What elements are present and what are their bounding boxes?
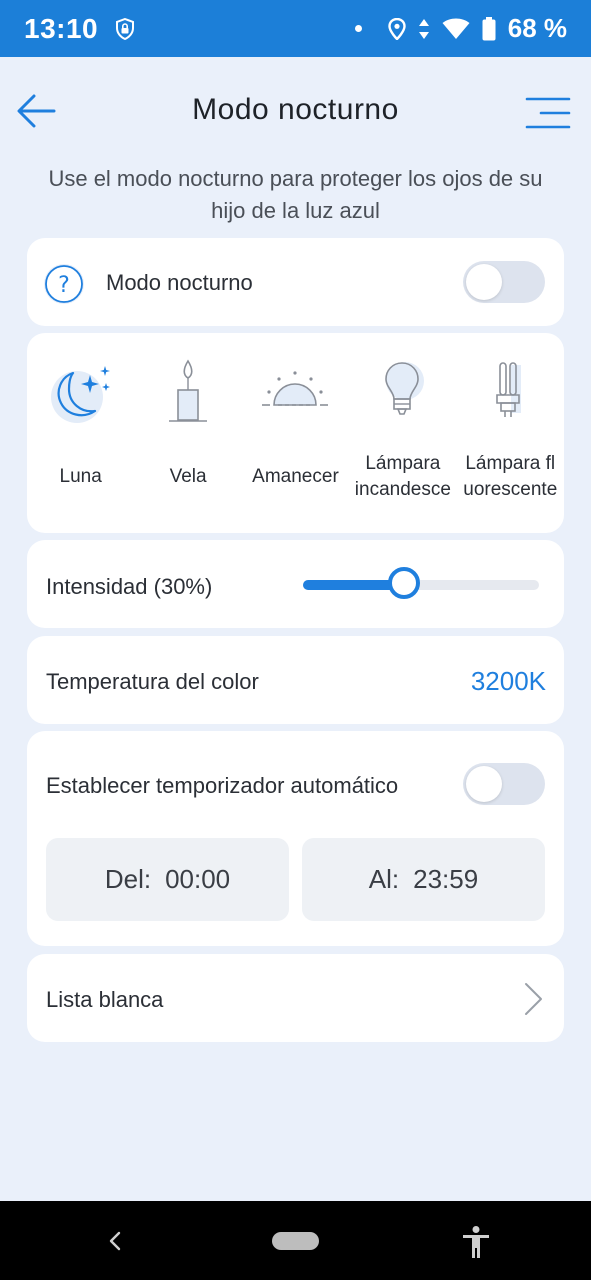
timer-label: Establecer temporizador automático bbox=[46, 773, 399, 798]
night-mode-label: Modo nocturno bbox=[106, 270, 253, 295]
light-mode-incandescent[interactable]: Lámpara incandesce bbox=[349, 333, 456, 533]
battery-icon bbox=[482, 16, 496, 40]
page-description: Use el modo nocturno para proteger los o… bbox=[48, 166, 543, 223]
intensity-label: Intensidad (30%) bbox=[46, 574, 213, 599]
data-arrows-icon bbox=[418, 18, 429, 39]
color-temperature-label: Temperatura del color bbox=[46, 669, 259, 694]
timer-toggle[interactable] bbox=[463, 763, 545, 805]
night-mode-toggle[interactable] bbox=[463, 261, 545, 303]
app-header: Modo nocturno bbox=[0, 57, 591, 167]
light-mode-label: Luna bbox=[59, 466, 102, 487]
slider-thumb[interactable] bbox=[388, 567, 421, 599]
timer-to-label: Al: bbox=[368, 864, 400, 894]
timer-from-label: Del: bbox=[104, 864, 152, 894]
night-mode-card: ? Modo nocturno bbox=[27, 238, 564, 326]
page-title: Modo nocturno bbox=[192, 93, 399, 126]
light-mode-card: Luna Vela Amanecer Lámpara incandesce Lá… bbox=[27, 333, 564, 533]
light-mode-label: Vela bbox=[169, 466, 207, 487]
whitelist-label: Lista blanca bbox=[46, 987, 164, 1012]
color-temperature-card[interactable]: Temperatura del color 3200K bbox=[27, 636, 564, 724]
fluorescent-lamp-icon bbox=[496, 362, 522, 417]
light-mode-list: Luna Vela Amanecer Lámpara incandesce Lá… bbox=[27, 333, 564, 533]
status-bar: 13:10 4 68 % bbox=[0, 0, 591, 57]
menu-icon[interactable] bbox=[525, 93, 571, 133]
sunrise-icon bbox=[262, 371, 329, 406]
intensity-slider[interactable] bbox=[303, 580, 539, 590]
light-mode-label: Lámpara incandesce bbox=[354, 453, 451, 500]
system-nav-bar bbox=[0, 1201, 591, 1280]
light-mode-label: Lámpara fl uorescente bbox=[463, 453, 558, 500]
vpn-lock-icon bbox=[116, 17, 135, 40]
timer-card: Establecer temporizador automático Del: … bbox=[27, 731, 564, 946]
svg-text:4: 4 bbox=[461, 31, 467, 40]
nav-back-icon[interactable] bbox=[104, 1229, 126, 1253]
toggle-knob bbox=[466, 766, 502, 802]
accessibility-icon[interactable] bbox=[460, 1225, 492, 1259]
battery-percent: 68 % bbox=[507, 13, 567, 43]
timer-from-field[interactable]: Del: 00:00 bbox=[46, 838, 289, 921]
toggle-knob bbox=[466, 264, 502, 300]
whitelist-card[interactable]: Lista blanca bbox=[27, 954, 564, 1042]
help-icon[interactable]: ? bbox=[43, 263, 85, 305]
timer-to-field[interactable]: Al: 23:59 bbox=[302, 838, 545, 921]
timer-to-value: 23:59 bbox=[413, 864, 479, 894]
status-time: 13:10 bbox=[24, 12, 99, 44]
moon-stars-icon bbox=[50, 366, 110, 423]
svg-text:?: ? bbox=[58, 273, 70, 298]
light-mode-fluorescent[interactable]: Lámpara fl uorescente bbox=[457, 333, 564, 533]
light-mode-vela[interactable]: Vela bbox=[134, 333, 241, 533]
light-mode-label: Amanecer bbox=[252, 466, 339, 487]
candle-icon bbox=[169, 359, 208, 422]
bulb-icon bbox=[385, 362, 424, 415]
notification-dot-icon bbox=[354, 25, 362, 32]
nav-home-pill[interactable] bbox=[272, 1232, 319, 1250]
intensity-card: Intensidad (30%) bbox=[27, 540, 564, 628]
location-icon bbox=[388, 17, 406, 40]
light-mode-amanecer[interactable]: Amanecer bbox=[242, 333, 349, 533]
chevron-right-icon bbox=[525, 983, 542, 1015]
light-mode-luna[interactable]: Luna bbox=[27, 333, 134, 533]
wifi-icon: 4 bbox=[442, 18, 470, 40]
timer-from-value: 00:00 bbox=[165, 864, 231, 894]
color-temperature-value[interactable]: 3200K bbox=[471, 666, 546, 697]
